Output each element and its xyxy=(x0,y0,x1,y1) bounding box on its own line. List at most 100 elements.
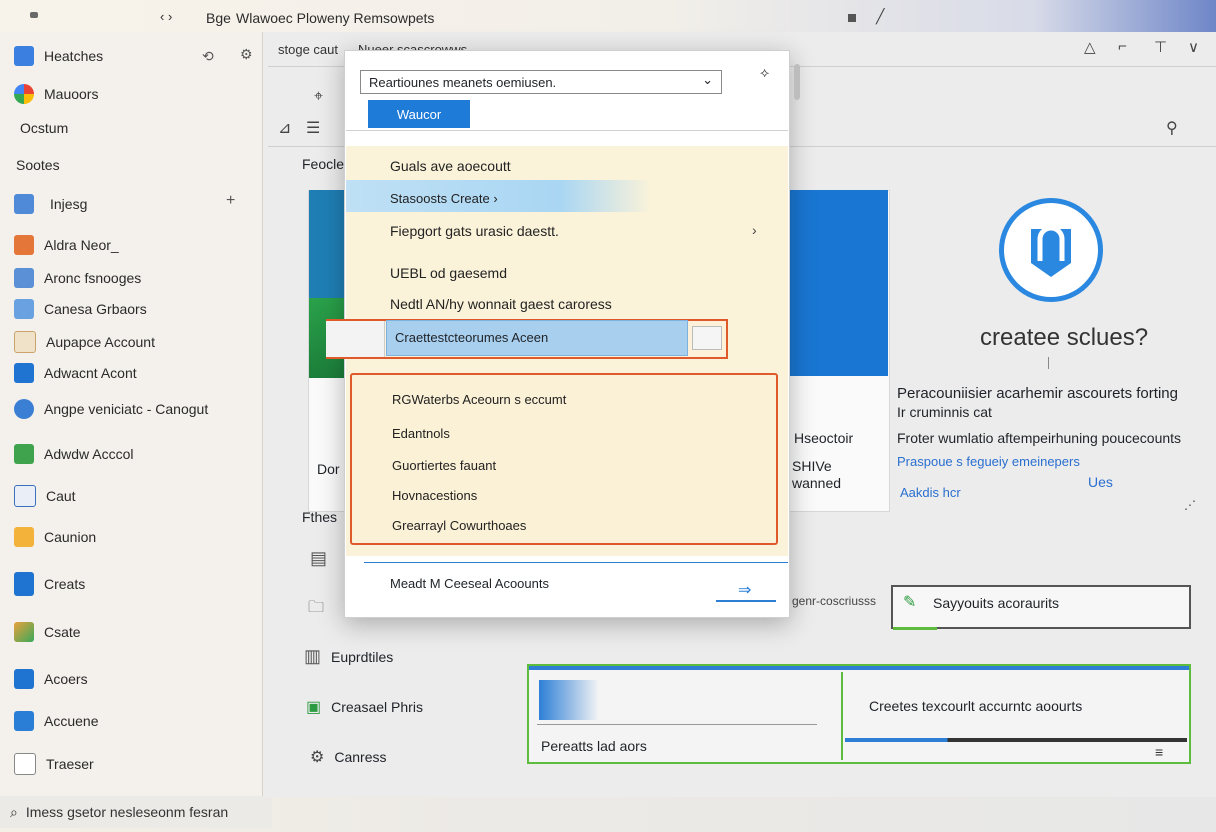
cursor-icon xyxy=(14,711,34,731)
sidebar-item-canesa[interactable]: Canesa Grbaors xyxy=(14,299,147,319)
close-icon[interactable]: ╱ xyxy=(876,8,884,25)
sidebar-item-label: Canesa Grbaors xyxy=(44,301,147,317)
user-profile-icon[interactable]: ⚲ xyxy=(1166,118,1178,138)
blue-feature-card[interactable] xyxy=(788,190,888,376)
submenu-item-3[interactable]: Guortiertes fauant xyxy=(392,458,496,473)
submenu-item-1[interactable]: RGWaterbs Aceourn s eccumt xyxy=(392,392,566,407)
chevron-right-icon: › xyxy=(752,222,757,238)
sidebar-item-label: Adwacnt Acont xyxy=(44,365,137,381)
selected-menu-label: Craettestcteorumes Aceen xyxy=(395,330,549,345)
chevron-down-icon: ⌄ xyxy=(702,72,713,87)
section-label-2: Fthes xyxy=(302,509,338,525)
menu-item-uebl[interactable]: UEBL od gaesemd xyxy=(390,265,507,281)
sidebar-footer-text: Imess gsetor nesleseonm fesran xyxy=(25,804,229,820)
account-type-select[interactable]: Reartiounes meanets oemiusen. ⌄ xyxy=(360,70,722,94)
list-icon xyxy=(14,363,34,383)
right-link-2[interactable]: Aakdis hcr xyxy=(900,485,961,500)
sidebar-item-csate[interactable]: Csate xyxy=(14,622,81,642)
sidebar-item-traeser[interactable]: Traeser xyxy=(14,753,94,775)
account-logo xyxy=(999,198,1103,302)
back-icon[interactable]: ‹ › xyxy=(160,9,172,24)
menu-icon[interactable]: ☰ xyxy=(306,118,320,138)
list-item-label: Creasael Phris xyxy=(331,699,423,715)
select-value: Reartiounes meanets oemiusen. xyxy=(369,74,557,90)
blue-card-caption-2: SHIVe wanned xyxy=(792,458,842,491)
dialog-footer-text: Meadt M Ceeseal Acoounts xyxy=(390,576,549,591)
card-caption-left: Dor xyxy=(317,461,340,477)
flag-icon[interactable]: ⊤ xyxy=(1154,38,1167,56)
document-icon xyxy=(14,268,34,288)
search-icon[interactable]: ⌕ xyxy=(10,804,18,821)
submenu-item-2[interactable]: Edantnols xyxy=(392,426,450,441)
scrollbar-thumb[interactable] xyxy=(794,64,800,100)
sidebar-item-label: Acoers xyxy=(44,671,88,687)
primary-button[interactable]: Waucor xyxy=(368,100,470,128)
sidebar-item-angpe[interactable]: Angpe veniciatc - Canogut xyxy=(14,399,208,419)
expand-icon[interactable] xyxy=(692,326,722,350)
page-icon xyxy=(14,485,36,507)
sidebar-item-aldra[interactable]: Aldra Neor_ xyxy=(14,235,119,255)
sidebar-item-injesg[interactable]: Injesg xyxy=(14,194,87,214)
right-link[interactable]: Praspoue s fegueiy emeinepers xyxy=(897,454,1080,469)
maximize-icon[interactable] xyxy=(848,14,856,22)
chevron-down-icon[interactable]: ∨ xyxy=(1188,38,1199,56)
sidebar-item-label: Caut xyxy=(46,488,76,504)
sidebar-item-accuene[interactable]: Accuene xyxy=(14,711,98,731)
right-desc-2: Ir cruminnis cat xyxy=(897,404,992,420)
list-item-euprdtiles[interactable]: ▥ Euprdtiles xyxy=(304,646,393,667)
right-desc-1: Peracouniisier acarhemir ascourets forti… xyxy=(897,385,1178,402)
sidebar-item-acoers[interactable]: Acoers xyxy=(14,669,88,689)
app-icon xyxy=(30,12,38,18)
notes-icon xyxy=(14,572,34,596)
sidebar-item-label: Aupapce Account xyxy=(46,334,155,350)
sidebar-item-aupapce[interactable]: Aupapce Account xyxy=(14,331,155,353)
menu-lines-icon[interactable]: ≡ xyxy=(1155,744,1163,760)
close-dialog-icon[interactable]: ⟡ xyxy=(760,64,769,81)
submenu-item-5[interactable]: Grearrayl Cowurthoaes xyxy=(392,518,526,533)
arrow-right-icon[interactable]: ⇒ xyxy=(738,580,751,600)
title-divider xyxy=(1048,357,1049,369)
breadcrumb[interactable]: stoge caut xyxy=(278,42,338,57)
menu-item-guals[interactable]: Guals ave aoecoutt xyxy=(390,158,511,174)
account-input[interactable]: ✎ Sayyouits acoraurits xyxy=(891,585,1191,630)
shield-icon xyxy=(1031,225,1071,277)
selected-menu-item[interactable]: Craettestcteorumes Aceen xyxy=(386,320,688,356)
sidebar-item-label: Aronc fsnooges xyxy=(44,270,142,286)
uses-link[interactable]: Ues xyxy=(1088,474,1113,490)
sidebar-item-mauoors[interactable]: Mauoors xyxy=(14,84,98,104)
section-label: Feocle xyxy=(302,156,345,172)
sidebar-item-label: Angpe veniciatc - Canogut xyxy=(44,401,209,417)
box-left-pane[interactable]: Pereatts lad aors xyxy=(531,672,843,760)
pointer-icon[interactable]: ⌖ xyxy=(314,88,323,106)
sidebar-item-label: Accuene xyxy=(44,713,99,729)
submenu-item-4[interactable]: Hovnacestions xyxy=(392,488,477,503)
sidebar-item-aronc[interactable]: Aronc fsnooges xyxy=(14,268,141,288)
sidebar-item-creats[interactable]: Creats xyxy=(14,572,85,596)
sidebar-item-ocstum[interactable]: Ocstum xyxy=(20,120,68,136)
sidebar-item-adwdw[interactable]: Adwdw Acccol xyxy=(14,444,133,464)
pin-icon[interactable]: ⌐ xyxy=(1118,38,1127,55)
menu-item-stasoosts[interactable]: Stasoosts Create › xyxy=(390,191,498,206)
triangle-icon[interactable]: △ xyxy=(1084,38,1096,56)
list-item-creasael[interactable]: ▣ Creasael Phris xyxy=(306,697,423,717)
menu-item-nedtl[interactable]: Nedtl AN/hy wonnait gaest caroress xyxy=(390,296,612,312)
settings-icon[interactable]: ⚙ xyxy=(240,46,253,63)
pencil-icon xyxy=(14,527,34,547)
box-right-bar xyxy=(845,738,1187,742)
add-icon[interactable]: + xyxy=(226,192,235,210)
refresh-icon[interactable]: ⟲ xyxy=(202,48,214,65)
list-item-label: Canress xyxy=(334,749,387,765)
selected-menu-handle[interactable] xyxy=(326,321,385,357)
sidebar-item-adwacnt[interactable]: Adwacnt Acont xyxy=(14,363,137,383)
sidebar-item-heatches[interactable]: Heatches xyxy=(14,46,103,66)
resize-icon[interactable]: ⋰ xyxy=(1184,498,1196,512)
input-progress xyxy=(893,627,937,630)
bookmark-icon[interactable]: ⊿ xyxy=(278,118,291,138)
box-left-label: Pereatts lad aors xyxy=(541,738,647,754)
sidebar-item-label: Injesg xyxy=(50,196,88,212)
sidebar-item-caunion[interactable]: Caunion xyxy=(14,527,96,547)
color-wheel-icon xyxy=(14,84,34,104)
sidebar-item-caut[interactable]: Caut xyxy=(14,485,76,507)
list-item-canress[interactable]: ⚙ Canress xyxy=(310,747,386,767)
menu-item-fiepgort[interactable]: Fiepgort gats urasic daestt. xyxy=(390,223,559,239)
